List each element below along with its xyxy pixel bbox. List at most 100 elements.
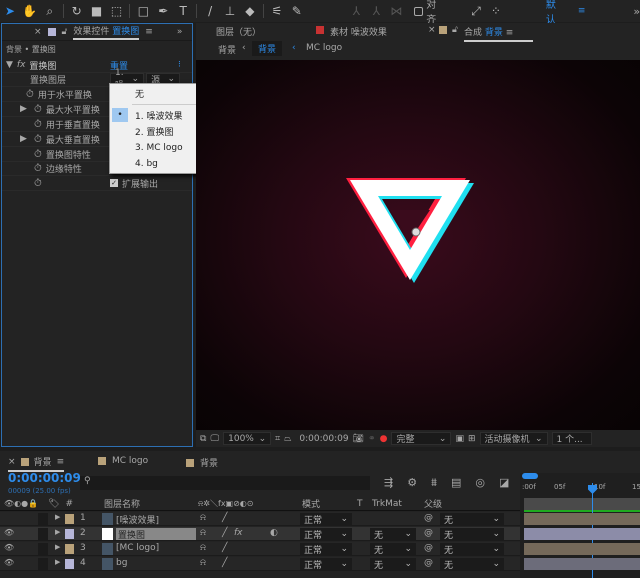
quality-switch-icon[interactable]: ╱ bbox=[222, 558, 227, 570]
quality-switch-icon[interactable]: ╱ bbox=[222, 513, 227, 525]
type-tool-icon[interactable]: T bbox=[173, 4, 193, 18]
trkmat-select[interactable]: 无⌄ bbox=[370, 528, 416, 540]
layer-row[interactable]: 👁︎ ▶ 4 bg ⍾ ╱ 正常⌄ 无⌄ @ 无⌄ bbox=[0, 557, 520, 571]
puppet-pin-icon[interactable]: ✎ bbox=[287, 4, 307, 18]
channel-icon[interactable]: ● bbox=[380, 434, 388, 444]
axis-icon[interactable]: ⅄ bbox=[347, 4, 367, 18]
shy-switch-icon[interactable]: ⍾ bbox=[200, 558, 206, 570]
transparency-grid-icon[interactable]: ⊞ bbox=[468, 434, 476, 444]
parent-select[interactable]: 无⌄ bbox=[440, 558, 504, 570]
tab-timeline-mc-logo[interactable]: MC logo bbox=[98, 456, 148, 466]
safe-zones-icon[interactable]: ⌗ bbox=[275, 434, 280, 444]
shy-switch-icon[interactable]: ⍾ bbox=[200, 528, 206, 540]
stopwatch-icon[interactable]: ⏱ bbox=[34, 134, 42, 145]
brush-tool-icon[interactable]: / bbox=[200, 4, 220, 18]
tab-timeline-bg[interactable]: ×背景≡ bbox=[8, 455, 64, 472]
lock-toggle[interactable] bbox=[38, 543, 48, 555]
snap-target-icon[interactable]: ⁘ bbox=[486, 4, 506, 18]
fx-switch-icon[interactable]: fx bbox=[234, 528, 243, 540]
draft-3d-icon[interactable]: ⚙ bbox=[407, 476, 417, 490]
expand-triangle-icon[interactable]: ▶ bbox=[55, 543, 60, 555]
breadcrumb-mc-logo[interactable]: MC logo bbox=[306, 43, 342, 53]
layer-name[interactable]: [噪波效果] bbox=[116, 513, 196, 525]
snap-option-icon[interactable]: ⤢ bbox=[466, 4, 486, 19]
axis-world-icon[interactable]: ⅄ bbox=[366, 4, 386, 18]
layer-duration-bar[interactable] bbox=[524, 543, 640, 555]
workspace-menu-icon[interactable]: ≡ bbox=[578, 6, 586, 16]
layer-name-header[interactable]: 图层名称 bbox=[104, 497, 140, 510]
tab-effect-controls[interactable]: 效果控件 置换图 bbox=[73, 24, 139, 40]
shy-switch-icon[interactable]: ⍾ bbox=[200, 543, 206, 555]
motion-blur-icon[interactable]: ◎ bbox=[475, 476, 485, 490]
roi-icon[interactable]: ▣ bbox=[455, 434, 464, 444]
roto-brush-icon[interactable]: ⚟ bbox=[267, 4, 287, 18]
visibility-eye-icon[interactable]: 👁︎ bbox=[4, 528, 16, 540]
expand-panels-icon[interactable]: » bbox=[177, 27, 183, 37]
expand-triangle-icon[interactable]: ▶ bbox=[55, 528, 60, 540]
expand-triangle-icon[interactable]: ▶ bbox=[20, 104, 34, 114]
visibility-eye-icon[interactable] bbox=[4, 513, 16, 525]
label-color[interactable] bbox=[65, 514, 74, 524]
close-icon[interactable]: × bbox=[428, 25, 436, 35]
stopwatch-icon[interactable]: ⏱ bbox=[34, 163, 42, 174]
always-preview-icon[interactable]: ⧉ bbox=[200, 434, 206, 444]
more-workspaces[interactable]: » bbox=[633, 5, 640, 18]
layer-row[interactable]: ▶ 1 [噪波效果] ⍾ ╱ 正常⌄ @ 无⌄ bbox=[0, 512, 520, 526]
parent-select[interactable]: 无⌄ bbox=[440, 513, 504, 525]
show-snapshot-icon[interactable]: ⚭ bbox=[368, 434, 376, 444]
work-area-start-handle[interactable] bbox=[522, 473, 538, 479]
trkmat-select[interactable]: 无⌄ bbox=[370, 558, 416, 570]
pick-whip-icon[interactable]: @ bbox=[424, 528, 433, 540]
collapse-triangle-icon[interactable]: ▼ bbox=[6, 60, 13, 70]
quality-switch-icon[interactable]: ╱ bbox=[222, 543, 227, 555]
expand-triangle-icon[interactable]: ▶ bbox=[20, 134, 34, 144]
pen-tool-icon[interactable]: ✒ bbox=[153, 4, 173, 18]
lock-toggle[interactable] bbox=[38, 528, 48, 540]
mode-select[interactable]: 正常⌄ bbox=[300, 513, 352, 525]
hand-tool-icon[interactable]: ✋ bbox=[20, 4, 40, 18]
selection-tool-icon[interactable]: ➤ bbox=[0, 4, 20, 18]
layer-duration-bar[interactable] bbox=[524, 513, 640, 525]
axis-view-icon[interactable]: ⋈ bbox=[386, 4, 406, 18]
composition-viewer[interactable] bbox=[196, 60, 640, 430]
layer-name[interactable]: 置换图 bbox=[116, 528, 196, 540]
current-time-display[interactable]: 0:00:00:09 bbox=[8, 471, 81, 485]
layer-name[interactable]: bg bbox=[116, 558, 196, 570]
stopwatch-icon[interactable]: ⏱ bbox=[34, 119, 42, 130]
label-color[interactable] bbox=[65, 544, 74, 554]
rectangle-tool-icon[interactable]: □ bbox=[133, 4, 153, 18]
parent-select[interactable]: 无⌄ bbox=[440, 543, 504, 555]
mode-select[interactable]: 正常⌄ bbox=[300, 558, 352, 570]
stopwatch-icon[interactable]: ⏱ bbox=[34, 178, 42, 189]
composition-flowchart-icon[interactable]: ⇶ bbox=[384, 476, 393, 490]
tab-layer-viewer[interactable]: 图层（无） bbox=[216, 25, 261, 38]
label-color[interactable] bbox=[65, 529, 74, 539]
snapshot-icon[interactable]: 📷︎ bbox=[353, 434, 364, 444]
mode-select[interactable]: 正常⌄ bbox=[300, 528, 352, 540]
pick-whip-icon[interactable]: @ bbox=[424, 513, 433, 525]
rotate-tool-icon[interactable]: ↻ bbox=[67, 4, 87, 18]
expand-output-checkbox[interactable]: ✓ bbox=[110, 179, 118, 187]
tab-composition[interactable]: 合成 背景 ≡ bbox=[464, 25, 533, 42]
playhead-handle[interactable] bbox=[588, 485, 597, 494]
parent-select[interactable]: 无⌄ bbox=[440, 528, 504, 540]
visibility-eye-icon[interactable]: 👁︎ bbox=[4, 558, 16, 570]
visibility-eye-icon[interactable]: 👁︎ bbox=[4, 543, 16, 555]
layer-name[interactable]: [MC logo] bbox=[116, 543, 196, 555]
zoom-select[interactable]: 100%⌄ bbox=[223, 432, 271, 445]
layer-search-input[interactable]: ⚲ bbox=[80, 476, 370, 490]
camera-select[interactable]: 活动摄像机⌄ bbox=[480, 432, 548, 445]
tab-timeline-bg-2[interactable]: 背景 bbox=[186, 456, 218, 469]
trkmat-select[interactable]: 无⌄ bbox=[370, 543, 416, 555]
layer-row[interactable]: 👁︎ ▶ 2 置换图 ⍾ ╱ fx◐ 正常⌄ 无⌄ @ 无⌄ bbox=[0, 527, 520, 541]
quality-switch-icon[interactable]: ╱ bbox=[222, 528, 227, 540]
expand-triangle-icon[interactable]: ▶ bbox=[55, 513, 60, 525]
breadcrumb-comp[interactable]: 背景 bbox=[218, 43, 236, 56]
lock-toggle[interactable] bbox=[38, 513, 48, 525]
stopwatch-icon[interactable]: ⏱ bbox=[34, 149, 42, 160]
stopwatch-icon[interactable]: ⏱ bbox=[34, 104, 42, 115]
pan-behind-tool-icon[interactable]: ⬚ bbox=[107, 4, 127, 18]
snap-checkbox[interactable] bbox=[414, 7, 423, 16]
adjustment-switch-icon[interactable]: ◐ bbox=[270, 528, 278, 540]
shy-switch-icon[interactable]: ⍾ bbox=[200, 513, 206, 525]
